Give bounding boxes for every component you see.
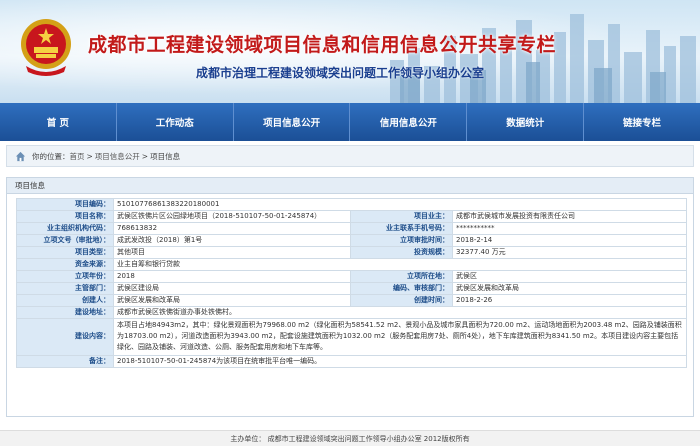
field-label: 资金来源： [16, 258, 114, 271]
year-value: 2018 [113, 270, 351, 283]
field-label: 立项文号（审批地）： [16, 234, 114, 247]
nav-item-credit-info[interactable]: 信用信息公开 [350, 103, 468, 141]
field-label: 立项审批时间： [350, 234, 453, 247]
nav-item-project-info[interactable]: 项目信息公开 [234, 103, 351, 141]
field-label: 建设地址： [16, 306, 114, 319]
nav-item-home[interactable]: 首 页 [0, 103, 117, 141]
site-banner: 成都市工程建设领域项目信息和信用信息公开共享专栏 成都市治理工程建设领域突出问题… [0, 0, 700, 103]
table-row: 业主组织机构代码： 768613832 业主联系手机号码： **********… [16, 222, 688, 235]
breadcrumb-current: 项目信息 [150, 151, 181, 161]
table-row: 项目编码： 51010776861383220180001 [16, 198, 688, 211]
breadcrumb-separator: > [86, 151, 93, 161]
breadcrumb-project-public-link[interactable]: 项目信息公开 [95, 151, 140, 162]
field-label: 投资规模： [350, 246, 453, 259]
supervise-value: 武侯区发展和改革局 [451, 282, 688, 295]
site-footer: 主办单位： 成都市工程建设领域突出问题工作领导小组办公室 2012版权所有 [0, 430, 700, 446]
type-value: 其他项目 [113, 246, 351, 259]
table-row: 建设地址： 成都市武侯区铁佛街道办事处铁佛村。 [16, 306, 688, 319]
field-label: 创建人： [16, 294, 114, 307]
project-info-panel: 项目信息 项目编码： 51010776861383220180001 项目名称：… [6, 177, 694, 417]
phone-value: *********** [451, 222, 688, 235]
project-info-table: 项目编码： 51010776861383220180001 项目名称： 武侯区铁… [16, 198, 688, 368]
field-label: 业主组织机构代码： [16, 222, 114, 235]
approval-date-value: 2018-2-14 [451, 234, 688, 247]
table-row: 备注： 2018-510107-50-01-245874为该项目在统审批平台唯一… [16, 354, 688, 368]
owner-value: 成都市武侯城市发展投资有限责任公司 [451, 210, 688, 223]
org-code-value: 768613832 [113, 222, 351, 235]
nav-item-work-news[interactable]: 工作动态 [117, 103, 234, 141]
field-label: 业主联系手机号码： [350, 222, 453, 235]
field-label: 创建时间： [350, 294, 453, 307]
field-label: 立项所在地： [350, 270, 453, 283]
creator-value: 武侯区发展和改革局 [113, 294, 351, 307]
nav-item-links[interactable]: 链接专栏 [584, 103, 700, 141]
create-time-value: 2018-2-26 [451, 294, 688, 307]
site-subtitle: 成都市治理工程建设领域突出问题工作领导小组办公室 [196, 66, 485, 80]
home-icon [15, 151, 26, 161]
project-code-value: 51010776861383220180001 [112, 198, 688, 211]
field-label: 主管部门： [16, 282, 114, 295]
breadcrumb-prefix: 你的位置： [32, 151, 70, 161]
field-label: 编码、审核部门： [350, 282, 453, 295]
nav-item-statistics[interactable]: 数据统计 [467, 103, 585, 141]
field-label: 项目编码： [16, 198, 114, 211]
field-label: 项目类型： [16, 246, 114, 259]
investment-value: 32377.40 万元 [451, 246, 688, 259]
district-value: 武侯区 [451, 270, 688, 283]
field-label: 立项年份： [16, 270, 114, 283]
breadcrumb-home-link[interactable]: 首页 [70, 151, 85, 162]
project-name-value: 武侯区铁佛片区公园绿地项目（2018-510107-50-01-245874） [113, 210, 351, 223]
approval-doc-value: 成武发改投（2018）第1号 [113, 234, 351, 247]
national-emblem-icon [21, 19, 71, 76]
table-row: 项目名称： 武侯区铁佛片区公园绿地项目（2018-510107-50-01-24… [16, 210, 688, 223]
breadcrumb: 你的位置： 首页 > 项目信息公开 > 项目信息 [6, 145, 694, 167]
dept-value: 武侯区建设局 [113, 282, 351, 295]
field-label: 备注： [16, 354, 114, 368]
panel-title: 项目信息 [7, 178, 693, 194]
address-value: 成都市武侯区铁佛街道办事处铁佛村。 [112, 306, 688, 319]
field-label: 项目名称： [16, 210, 114, 223]
field-label: 建设内容： [16, 318, 114, 356]
content-value: 本项目占地84943m2，其中：绿化景观面积为79968.00 m2（绿化面积为… [112, 318, 688, 356]
site-title: 成都市工程建设领域项目信息和信用信息公开共享专栏 [88, 34, 557, 56]
table-row: 立项文号（审批地）： 成武发改投（2018）第1号 立项审批时间： 2018-2… [16, 234, 688, 247]
table-row: 立项年份： 2018 立项所在地： 武侯区 [16, 270, 688, 283]
table-row: 项目类型： 其他项目 投资规模： 32377.40 万元 [16, 246, 688, 259]
table-row: 资金来源： 业主自筹和银行贷款 [16, 258, 688, 271]
remark-value: 2018-510107-50-01-245874为该项目在统审批平台唯一编码。 [112, 354, 688, 368]
table-row: 建设内容： 本项目占地84943m2，其中：绿化景观面积为79968.00 m2… [16, 318, 688, 356]
breadcrumb-separator: > [141, 151, 149, 161]
fund-value: 业主自筹和银行贷款 [112, 258, 688, 271]
main-nav: 首 页 工作动态 项目信息公开 信用信息公开 数据统计 链接专栏 [0, 103, 700, 141]
table-row: 主管部门： 武侯区建设局 编码、审核部门： 武侯区发展和改革局 [16, 282, 688, 295]
table-row: 创建人： 武侯区发展和改革局 创建时间： 2018-2-26 [16, 294, 688, 307]
field-label: 项目业主： [350, 210, 453, 223]
